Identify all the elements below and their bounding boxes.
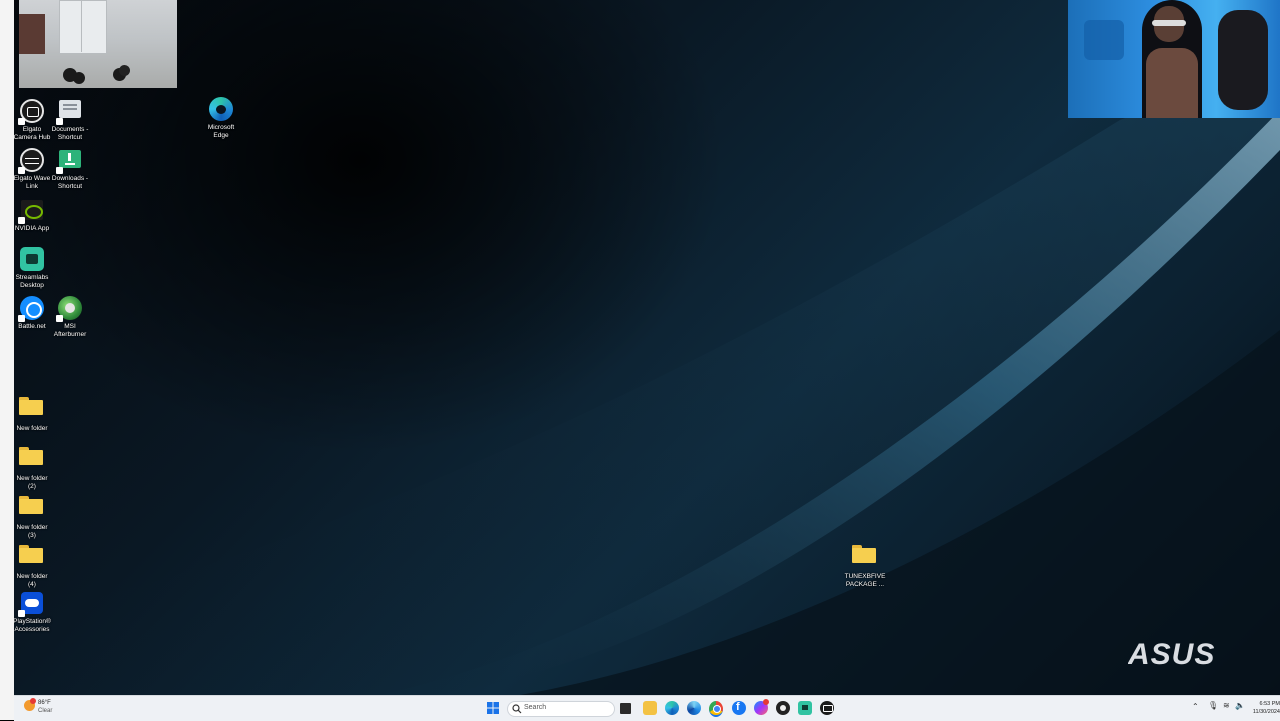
desktop-icon-new-folder-2[interactable]: New folder (2)	[8, 442, 56, 490]
downloads-shortcut-icon	[56, 147, 83, 174]
file-explorer-icon[interactable]	[643, 701, 657, 715]
desktop-icon-label: Microsoft Edge	[207, 124, 235, 139]
desktop-icon-label: MSI Afterburner	[53, 323, 87, 338]
notification-badge	[30, 698, 36, 704]
desktop-icon-new-folder[interactable]: New folder	[8, 392, 56, 433]
desktop-icon-label: New folder (4)	[16, 573, 48, 588]
volume-icon[interactable]: 🔈	[1235, 701, 1245, 710]
chrome-icon[interactable]	[709, 701, 723, 717]
start-button[interactable]	[486, 701, 500, 715]
windows-logo-icon	[487, 702, 499, 714]
search-icon	[512, 704, 522, 714]
weather-temperature: 86°F	[38, 700, 51, 706]
streamlabs-icon	[19, 246, 45, 272]
playstation-accessories-icon	[18, 590, 45, 617]
desktop-icon-downloads-shortcut[interactable]: Downloads - Shortcut	[46, 147, 94, 190]
folder-icon	[19, 496, 45, 522]
taskbar-clock[interactable]: 6:53 PM 11/30/2024	[1252, 700, 1280, 716]
desktop-icon-label: Downloads - Shortcut	[51, 175, 89, 190]
edge-icon	[208, 96, 234, 122]
elgato-taskbar-icon[interactable]	[820, 701, 834, 715]
folder-icon	[852, 545, 878, 571]
taskbar-search[interactable]: Search	[507, 701, 615, 717]
folder-icon	[19, 397, 45, 423]
wifi-icon[interactable]: ≋	[1223, 701, 1230, 710]
svg-text:ASUS: ASUS	[1128, 640, 1215, 668]
microphone-icon[interactable]: 🎙	[1208, 701, 1218, 710]
webcam-overlay-streamer	[1068, 0, 1280, 118]
clock-time: 6:53 PM	[1259, 701, 1280, 707]
desktop-icon-new-folder-4[interactable]: New folder (4)	[8, 540, 56, 588]
desktop-icon-label: Documents - Shortcut	[51, 126, 89, 141]
desktop-icon-playstation-accessories[interactable]: PlayStation® Accessories	[8, 590, 56, 633]
desktop-icon-label: TUNEXBFIVE PACKAGE ...	[844, 573, 886, 588]
folder-icon	[19, 447, 45, 473]
desktop-icon-streamlabs-desktop[interactable]: Streamlabs Desktop	[8, 246, 56, 289]
asus-logo: ASUS	[1128, 640, 1215, 668]
nvidia-icon	[18, 197, 45, 224]
desktop-icon-label: New folder (2)	[16, 475, 48, 490]
desktop-icon-tunexbfive-package[interactable]: TUNEXBFIVE PACKAGE ...	[841, 540, 889, 588]
documents-shortcut-icon	[56, 98, 83, 125]
chevron-up-icon[interactable]: ⌃	[1192, 702, 1199, 711]
task-view-icon[interactable]	[620, 703, 631, 714]
desktop-icon-msi-afterburner[interactable]: MSI Afterburner	[46, 295, 94, 338]
desktop-icon-label: Streamlabs Desktop	[15, 274, 49, 289]
streamlabs-taskbar-icon[interactable]	[798, 701, 812, 715]
msi-afterburner-icon	[56, 295, 83, 322]
elgato-wave-link-icon	[18, 147, 45, 174]
facebook-icon[interactable]: f	[732, 701, 746, 715]
obs-icon[interactable]	[776, 701, 790, 715]
search-placeholder: Search	[524, 704, 547, 711]
desktop-icon-documents-shortcut[interactable]: Documents - Shortcut	[46, 98, 94, 141]
webcam-overlay-room	[19, 0, 177, 88]
battlenet-icon	[18, 295, 45, 322]
elgato-camera-hub-icon	[18, 98, 45, 125]
clock-date: 11/30/2024	[1252, 709, 1280, 715]
desktop-icon-new-folder-3[interactable]: New folder (3)	[8, 491, 56, 539]
edge-taskbar-icon[interactable]	[665, 701, 679, 715]
desktop-icon-label: PlayStation® Accessories	[13, 618, 51, 633]
folder-icon	[19, 545, 45, 571]
desktop-icon-microsoft-edge[interactable]: Microsoft Edge	[197, 96, 245, 139]
desktop-icon-label: New folder (3)	[16, 524, 48, 539]
edge-dev-icon[interactable]	[687, 701, 701, 715]
messenger-icon[interactable]	[754, 699, 769, 715]
desktop-icon-nvidia-app[interactable]: NVIDIA App	[8, 197, 56, 233]
desktop-icon-label: New folder	[16, 425, 48, 432]
desktop-icon-label: NVIDIA App	[14, 225, 50, 232]
weather-condition: Clear	[38, 708, 53, 714]
left-screen-edge	[0, 0, 14, 720]
